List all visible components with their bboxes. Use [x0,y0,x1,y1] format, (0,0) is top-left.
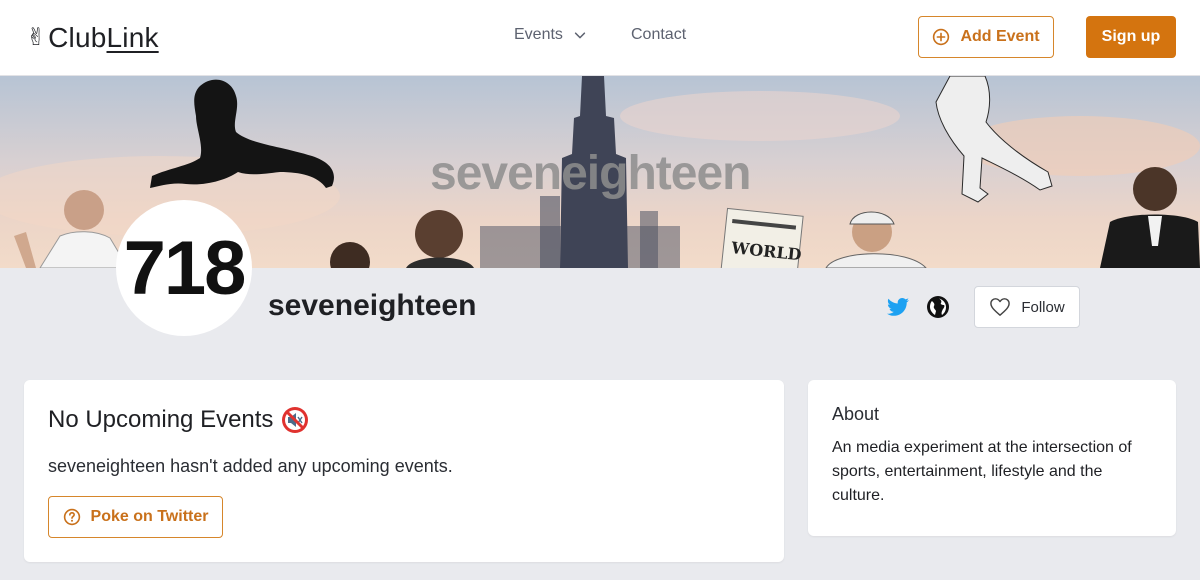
poke-on-twitter-button[interactable]: Poke on Twitter [48,496,223,538]
heart-icon [990,298,1011,316]
add-event-label: Add Event [960,28,1040,45]
follow-button[interactable]: Follow [974,286,1080,328]
about-card: About An media experiment at the interse… [808,380,1176,536]
nav-events[interactable]: Events [514,26,631,44]
about-heading: About [832,404,880,424]
signup-button[interactable]: Sign up [1086,16,1176,58]
events-title-text: No Upcoming Events [48,406,274,433]
events-heading: No Upcoming Events [48,406,309,434]
peace-hand-icon: ✌ [26,24,47,51]
add-event-button[interactable]: Add Event [918,16,1054,58]
nav-contact[interactable]: Contact [631,26,686,44]
follow-label: Follow [1021,298,1065,316]
banner-title: seveneighteen [430,147,751,200]
club-name: seveneighteen [268,289,477,322]
events-description: seveneighteen hasn't added any upcoming … [48,456,453,476]
muted-speaker-icon [282,407,309,433]
nav-events-label: Events [514,26,563,43]
globe-icon[interactable] [926,295,950,319]
about-text: An media experiment at the intersection … [832,439,1132,504]
clublink-logo[interactable]: ✌ ClubLink [26,21,159,55]
plus-circle-icon [933,28,950,46]
logo-text: ClubLink [48,22,159,53]
chevron-down-icon [574,32,586,39]
avatar-text: 718 [123,225,247,311]
poke-label: Poke on Twitter [90,508,209,525]
club-avatar: 718 [116,200,252,336]
upcoming-events-card: No Upcoming Events seveneighteen hasn't … [24,380,784,562]
twitter-icon[interactable] [886,295,910,319]
site-header: ✌ ClubLink Events Contact Add Event Sign… [0,0,1200,76]
main-nav: Events Contact [514,26,686,44]
question-circle-icon [63,508,80,526]
